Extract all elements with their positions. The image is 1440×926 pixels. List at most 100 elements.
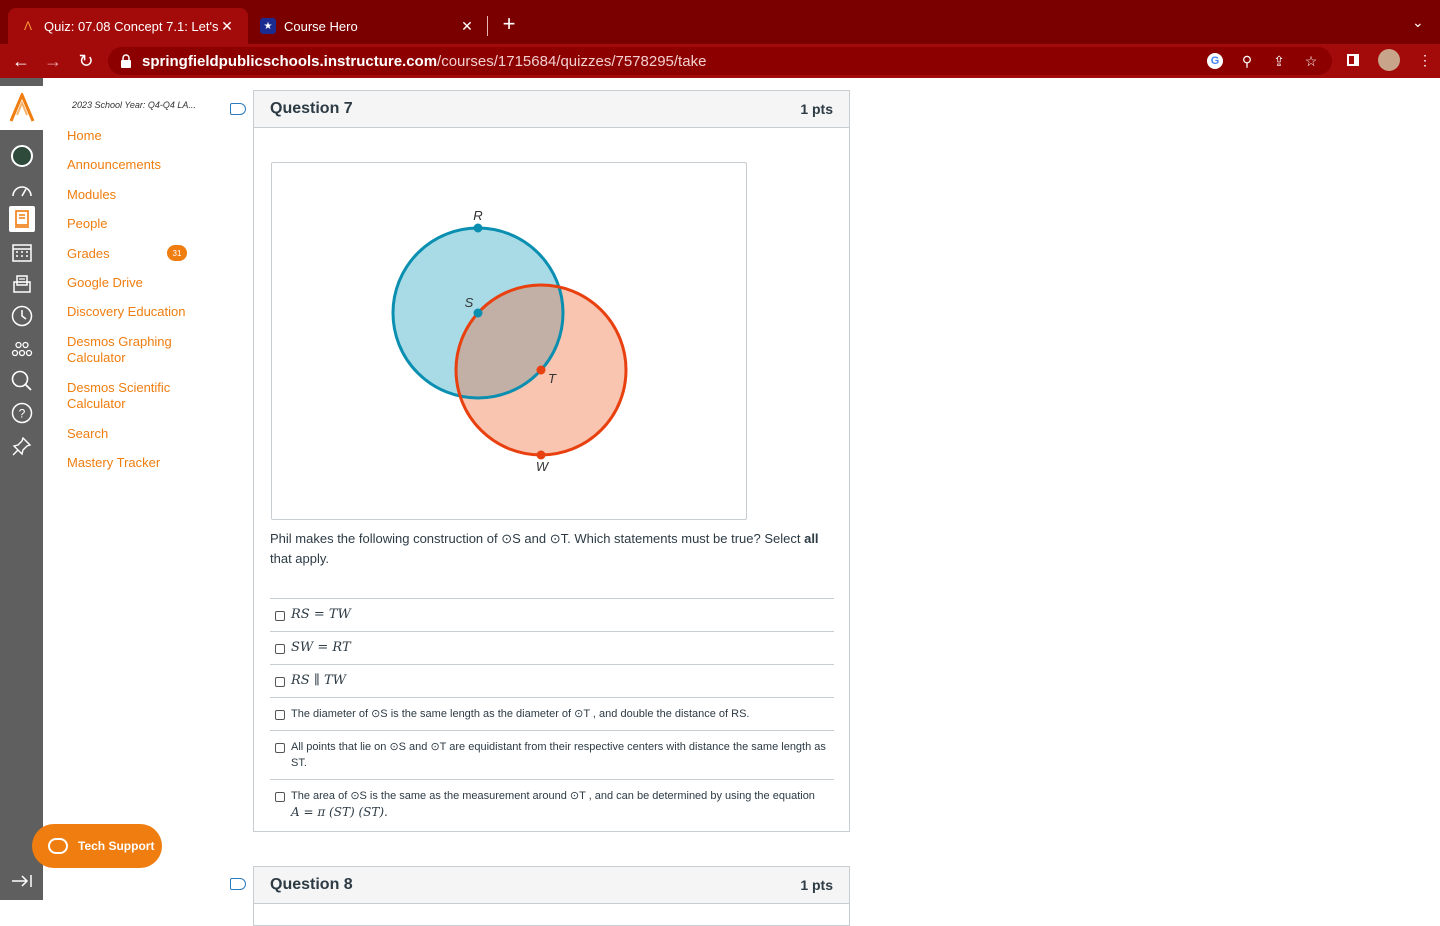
url-host: springfieldpublicschools.instructure.com	[142, 52, 438, 70]
answer-checkbox[interactable]	[275, 743, 285, 753]
answer-label: SW = RT	[291, 640, 351, 655]
grades-count-badge: 31	[167, 245, 187, 261]
inbox-icon[interactable]	[9, 271, 35, 297]
course-nav-desmos-graphing[interactable]: Desmos Graphing Calculator	[67, 334, 187, 366]
course-nav-discovery-education[interactable]: Discovery Education	[67, 304, 186, 320]
menu-dots-icon[interactable]: ⋮	[1414, 49, 1436, 71]
profile-avatar[interactable]	[1378, 49, 1400, 71]
answer-label: The area of ⊙S is the same as the measur…	[291, 790, 815, 802]
answer-list: RS = TW SW = RT RS ∥ TW The diameter of …	[270, 598, 834, 828]
question-title: Question 7	[270, 100, 353, 117]
course-nav: 2023 School Year: Q4-Q4 LA... Home Annou…	[43, 78, 243, 900]
point-s	[473, 308, 483, 318]
question-figure: R S T W	[271, 162, 747, 520]
prompt-emphasis: all	[804, 531, 819, 546]
pin-icon[interactable]	[9, 433, 35, 459]
chevron-down-icon[interactable]: ⌄	[1412, 14, 1428, 30]
lock-icon	[121, 54, 131, 68]
answer-equation: A = π (ST) (ST).	[291, 805, 388, 819]
answer-option[interactable]: The diameter of ⊙S is the same length as…	[270, 697, 834, 730]
answer-option[interactable]: RS = TW	[270, 598, 834, 631]
answer-checkbox[interactable]	[275, 644, 285, 654]
star-favicon-icon: ★	[260, 18, 276, 34]
answer-option[interactable]: RS ∥ TW	[270, 664, 834, 697]
new-tab-button[interactable]: +	[497, 11, 521, 36]
label-s: S	[465, 295, 474, 310]
tab-title: Quiz: 07.08 Concept 7.1: Let's	[44, 18, 218, 34]
answer-label: All points that lie on ⊙S and ⊙T are equ…	[291, 741, 826, 769]
tab-quiz[interactable]: Λ Quiz: 07.08 Concept 7.1: Let's ✕	[8, 8, 248, 44]
course-nav-mastery-tracker[interactable]: Mastery Tracker	[67, 455, 160, 471]
account-avatar[interactable]	[9, 143, 35, 169]
answer-option[interactable]: All points that lie on ⊙S and ⊙T are equ…	[270, 730, 834, 779]
tab-course-hero[interactable]: ★ Course Hero ✕	[248, 8, 488, 44]
course-nav-people[interactable]: People	[67, 216, 107, 232]
side-panel-icon[interactable]	[1342, 49, 1364, 71]
label-r: R	[473, 208, 482, 223]
tech-support-label: Tech Support	[78, 839, 155, 853]
commons-icon[interactable]	[9, 336, 35, 362]
close-icon[interactable]: ✕	[218, 17, 236, 35]
question-header: Question 7 1 pts	[254, 91, 849, 128]
address-bar[interactable]: springfieldpublicschools.instructure.com…	[108, 47, 1332, 75]
course-nav-google-drive[interactable]: Google Drive	[67, 275, 143, 291]
close-icon[interactable]: ✕	[458, 17, 476, 35]
course-nav-modules[interactable]: Modules	[67, 187, 116, 203]
chat-bubble-icon	[48, 838, 68, 854]
label-t: T	[548, 371, 557, 386]
question-8-card: Question 8 1 pts	[253, 866, 850, 926]
course-nav-search[interactable]: Search	[67, 426, 108, 442]
help-icon[interactable]: ?	[9, 400, 35, 426]
prompt-text: Phil makes the following construction of…	[270, 531, 805, 546]
canvas-logo-icon[interactable]	[0, 86, 43, 130]
flag-question-icon[interactable]	[230, 878, 246, 890]
answer-checkbox[interactable]	[275, 710, 285, 720]
calendar-icon[interactable]	[9, 239, 35, 265]
answer-text-wrap: The area of ⊙S is the same as the measur…	[291, 788, 815, 820]
question-7-card: Question 7 1 pts R S T W Phil makes the …	[253, 90, 850, 832]
browser-tab-bar: Λ Quiz: 07.08 Concept 7.1: Let's ✕ ★ Cou…	[0, 0, 1440, 44]
forward-arrow-icon[interactable]: →	[40, 48, 66, 74]
question-points: 1 pts	[800, 101, 833, 117]
breadcrumb[interactable]: 2023 School Year: Q4-Q4 LA...	[72, 100, 196, 110]
tab-divider	[487, 16, 488, 36]
collapse-nav-icon[interactable]	[9, 868, 35, 894]
tab-title: Course Hero	[284, 18, 358, 34]
course-nav-desmos-scientific[interactable]: Desmos Scientific Calculator	[67, 380, 187, 412]
global-nav: ?	[0, 78, 43, 900]
history-clock-icon[interactable]	[9, 303, 35, 329]
course-nav-home[interactable]: Home	[67, 128, 102, 144]
question-points: 1 pts	[800, 877, 833, 893]
point-r	[473, 223, 483, 233]
question-title: Question 8	[270, 876, 353, 893]
search-icon[interactable]	[9, 368, 35, 394]
share-icon[interactable]: ⇪	[1270, 52, 1288, 70]
question-prompt: Phil makes the following construction of…	[270, 529, 835, 569]
label-w: W	[536, 459, 550, 474]
answer-option[interactable]: The area of ⊙S is the same as the measur…	[270, 779, 834, 828]
prompt-text-end: that apply.	[270, 551, 330, 566]
dashboard-icon[interactable]	[9, 177, 35, 203]
canvas-favicon-icon: Λ	[23, 19, 32, 33]
reload-icon[interactable]: ↻	[73, 48, 99, 74]
answer-checkbox[interactable]	[275, 677, 285, 687]
bookmark-star-icon[interactable]: ☆	[1302, 52, 1320, 70]
url-path: /courses/1715684/quizzes/7578295/take	[437, 52, 707, 70]
tech-support-button[interactable]: Tech Support	[32, 824, 162, 868]
flag-question-icon[interactable]	[230, 103, 246, 115]
point-t	[536, 365, 546, 375]
courses-icon[interactable]	[9, 206, 35, 232]
answer-label: The diameter of ⊙S is the same length as…	[291, 708, 750, 720]
course-nav-grades[interactable]: Grades	[67, 246, 110, 262]
answer-label: RS = TW	[291, 607, 351, 622]
answer-option[interactable]: SW = RT	[270, 631, 834, 664]
answer-label: RS ∥ TW	[291, 673, 346, 688]
answer-checkbox[interactable]	[275, 792, 285, 802]
browser-toolbar: ← → ↻ springfieldpublicschools.instructu…	[0, 44, 1440, 78]
google-icon[interactable]: G	[1206, 52, 1224, 70]
course-nav-announcements[interactable]: Announcements	[67, 157, 161, 173]
question-header: Question 8 1 pts	[254, 867, 849, 904]
zoom-icon[interactable]: ⚲	[1238, 52, 1256, 70]
back-arrow-icon[interactable]: ←	[8, 48, 34, 74]
answer-checkbox[interactable]	[275, 611, 285, 621]
